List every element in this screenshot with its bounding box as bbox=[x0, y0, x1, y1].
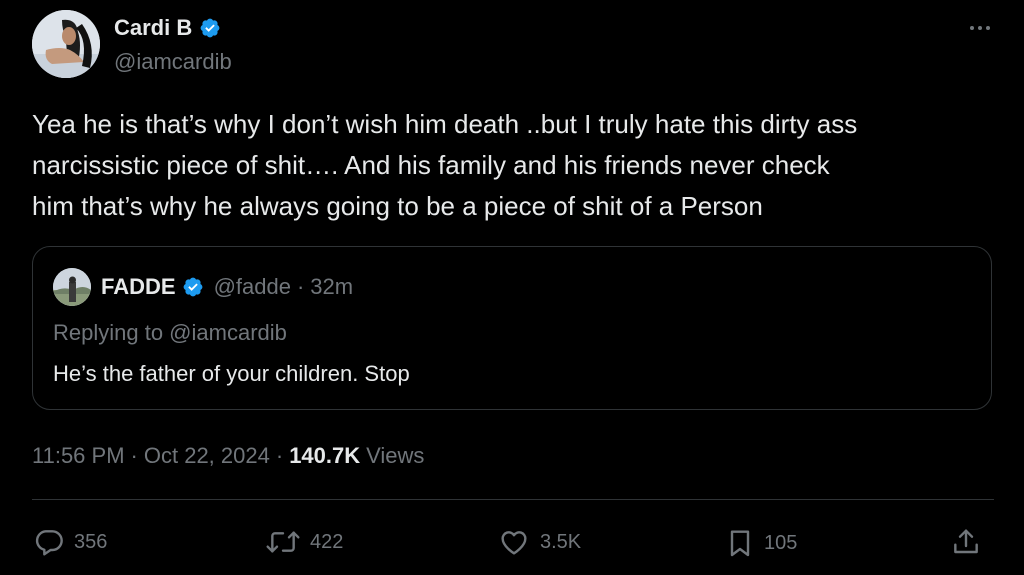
quote-author-name[interactable]: FADDE bbox=[101, 273, 176, 301]
action-bar: 356 422 3.5K 105 bbox=[32, 520, 994, 564]
views-label[interactable]: Views bbox=[366, 442, 424, 470]
repost-count: 422 bbox=[310, 531, 344, 553]
like-count: 3.5K bbox=[540, 531, 582, 553]
verified-badge-icon[interactable] bbox=[182, 276, 204, 298]
more-dot bbox=[970, 26, 974, 30]
quote-header: FADDE @fadde · 32m bbox=[101, 273, 353, 301]
more-dot bbox=[978, 26, 982, 30]
quoted-tweet-card[interactable]: FADDE @fadde · 32m Replying to @iamcardi… bbox=[32, 246, 992, 410]
tweet-time[interactable]: 11:56 PM bbox=[32, 442, 125, 470]
share-icon bbox=[950, 526, 982, 558]
quote-replying-to: Replying to @iamcardib bbox=[53, 320, 287, 345]
meta-separator: · bbox=[130, 443, 138, 468]
author-handle[interactable]: @iamcardib bbox=[114, 48, 232, 76]
quote-separator: · bbox=[296, 274, 305, 299]
meta-separator: · bbox=[275, 443, 284, 468]
views-count[interactable]: 140.7K bbox=[289, 442, 360, 470]
tweet-meta: 11:56 PM · Oct 22, 2024 · 140.7K Views bbox=[32, 442, 424, 470]
bookmark-button[interactable]: 105 bbox=[724, 526, 797, 560]
quote-avatar-image bbox=[53, 268, 91, 306]
more-dots-icon[interactable] bbox=[960, 16, 1000, 40]
tweet-text: Yea he is that’s why I don’t wish him de… bbox=[32, 109, 858, 221]
repost-icon bbox=[264, 526, 302, 558]
bookmark-count: 105 bbox=[764, 532, 798, 554]
author-avatar[interactable] bbox=[32, 10, 100, 78]
tweet-date[interactable]: Oct 22, 2024 bbox=[144, 442, 270, 470]
quote-author-avatar[interactable] bbox=[53, 268, 91, 306]
quote-text: He’s the father of your children. Stop bbox=[53, 361, 410, 386]
reply-icon bbox=[32, 526, 66, 558]
divider bbox=[32, 499, 994, 500]
repost-button[interactable]: 422 bbox=[264, 526, 343, 558]
like-button[interactable]: 3.5K bbox=[496, 526, 581, 558]
author-name[interactable]: Cardi B bbox=[114, 14, 192, 42]
bookmark-icon bbox=[724, 526, 756, 560]
author-name-row[interactable]: Cardi B bbox=[114, 14, 221, 42]
reply-count: 356 bbox=[74, 531, 108, 553]
author-avatar-image bbox=[32, 10, 100, 78]
share-button[interactable] bbox=[950, 526, 982, 558]
quote-author-handle[interactable]: @fadde bbox=[214, 273, 291, 301]
reply-button[interactable]: 356 bbox=[32, 526, 107, 558]
quote-timestamp[interactable]: 32m bbox=[310, 273, 353, 301]
verified-badge-icon[interactable] bbox=[199, 17, 221, 39]
more-dot bbox=[986, 26, 990, 30]
heart-icon bbox=[496, 526, 532, 558]
